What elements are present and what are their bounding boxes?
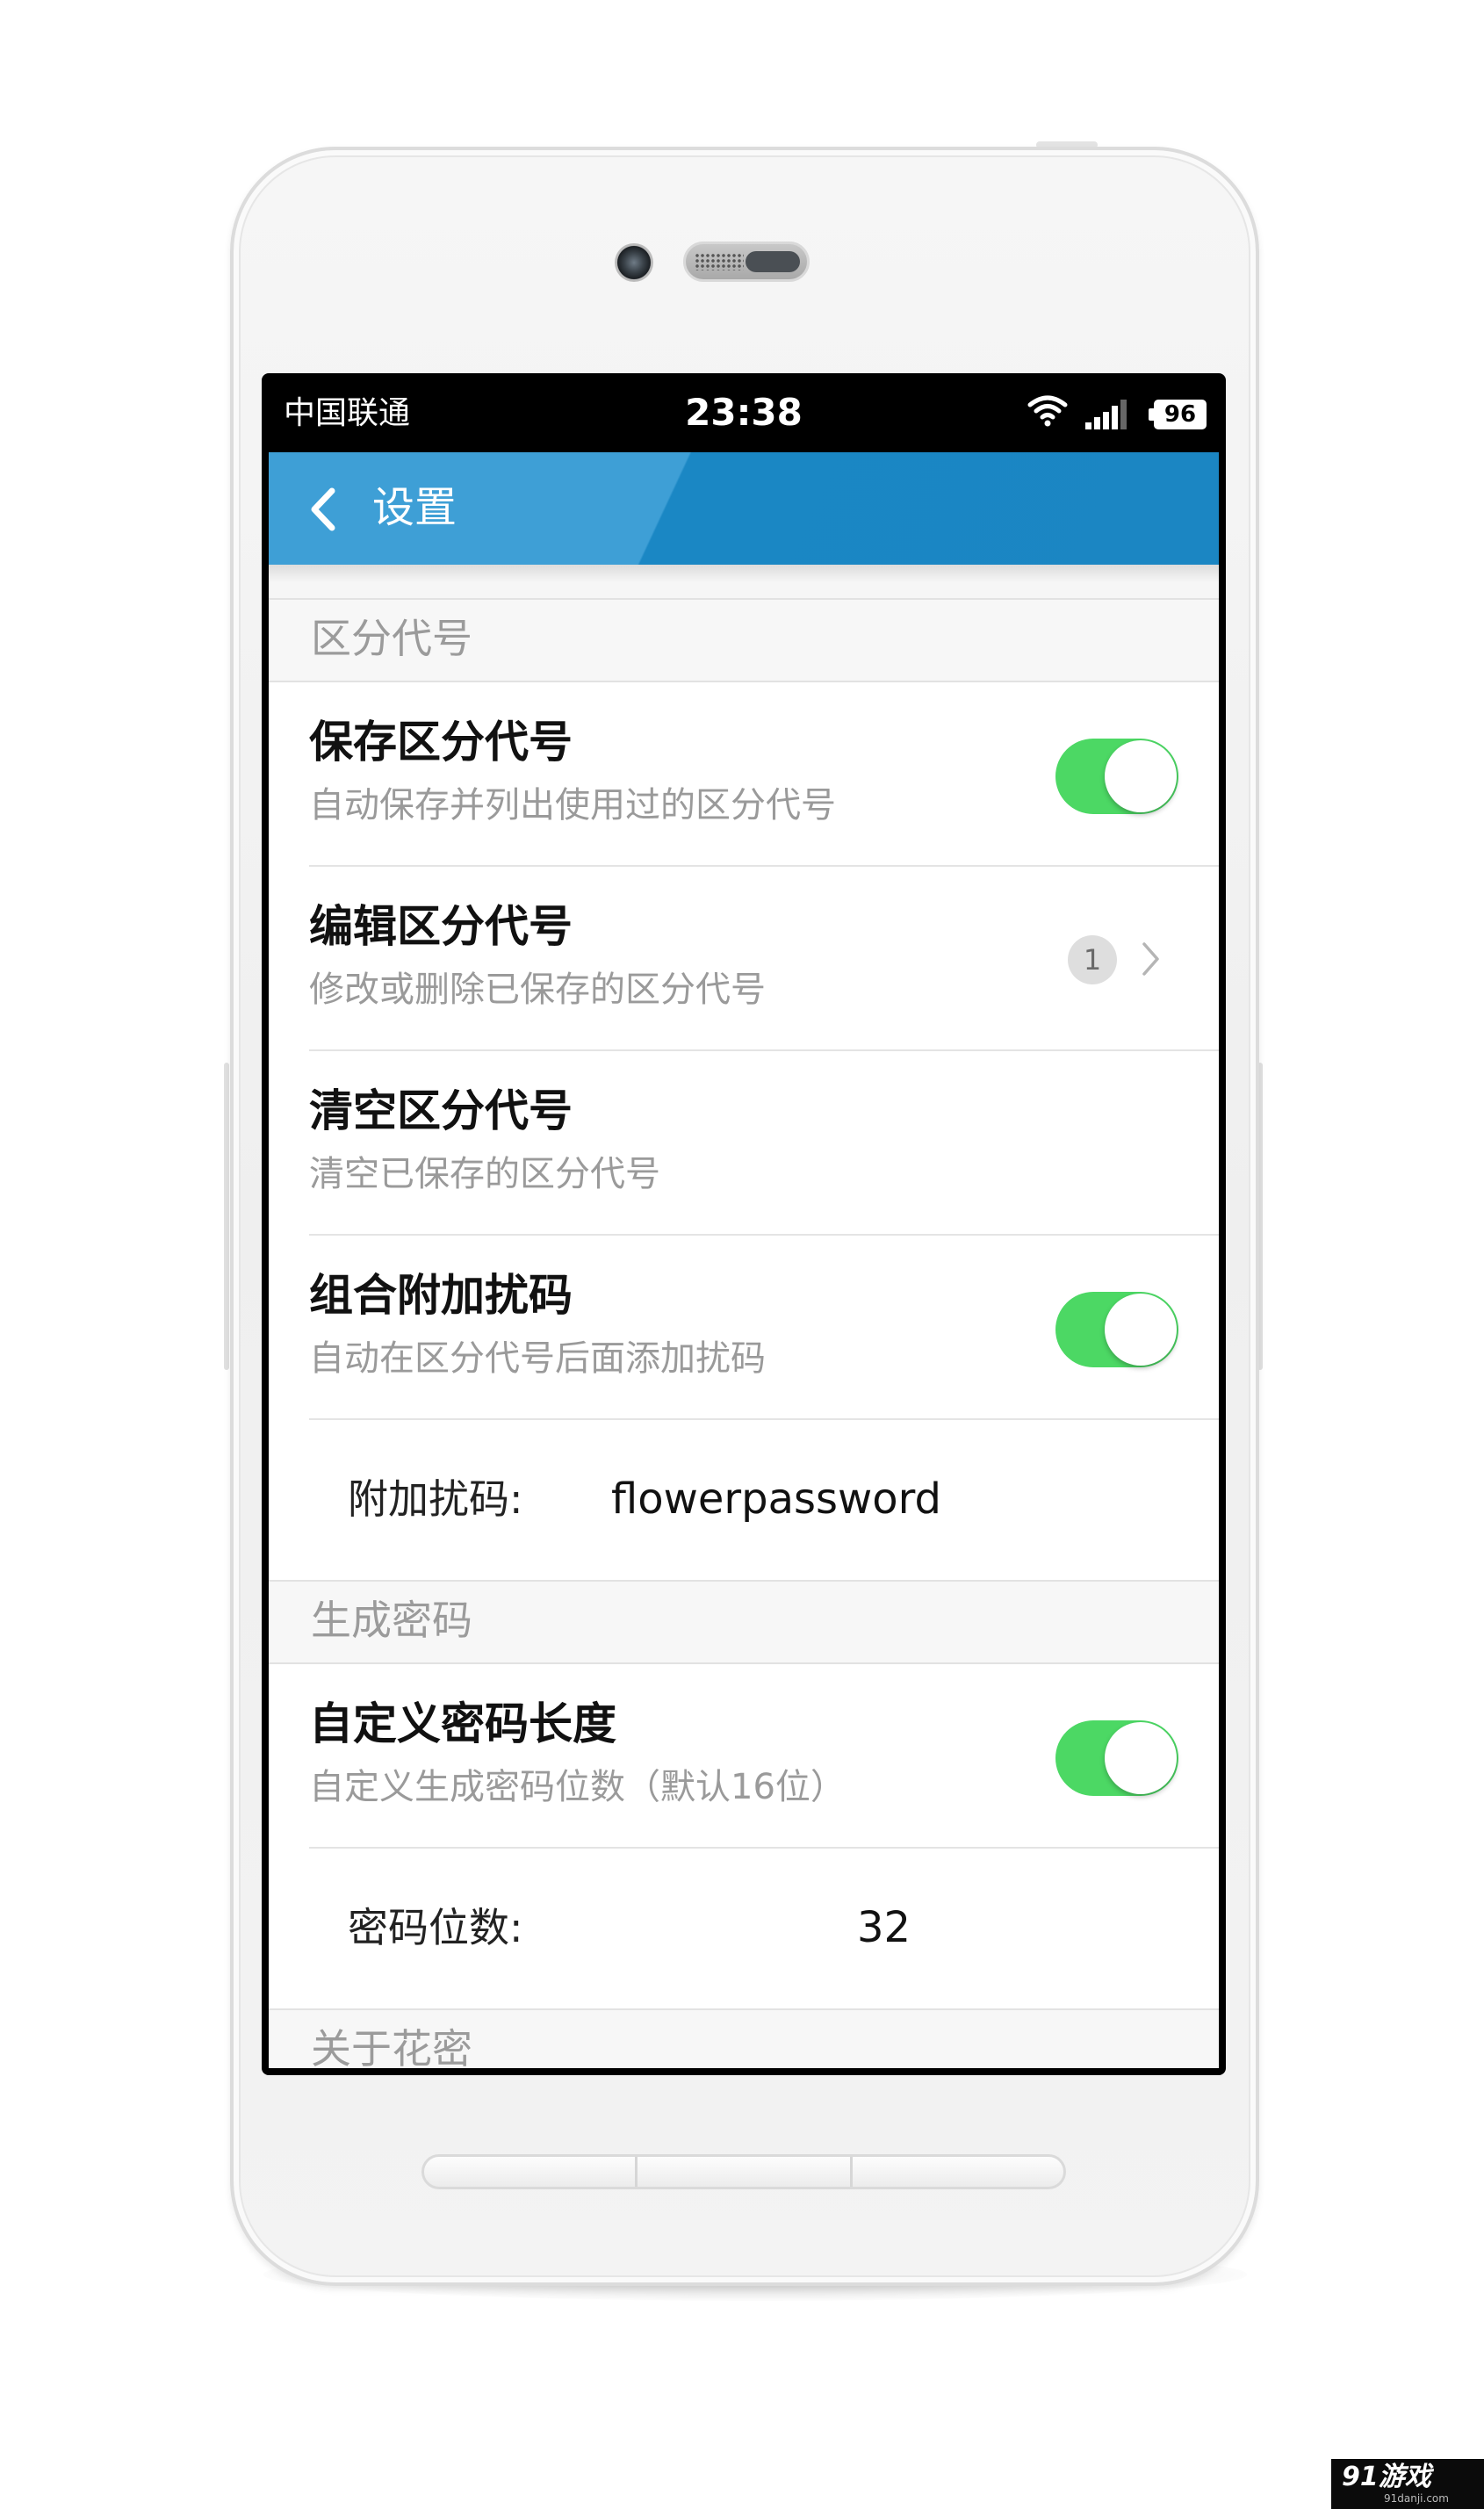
app-bar: 设置 (269, 452, 1219, 565)
toggle-knob (1105, 1722, 1177, 1794)
wifi-icon (1027, 395, 1068, 427)
setting-subtitle: 修改或删除已保存的区分代号 (309, 970, 766, 1010)
phone-screen: 中国联通 23:38 96 设置 区分代号 保存区分代号 自动保存并列出使用过的… (262, 373, 1226, 2075)
watermark-url: 91danji.com (1384, 2492, 1449, 2505)
setting-title: 保存区分代号 (309, 717, 573, 768)
extra-code-label: 附加扰码: (348, 1475, 523, 1523)
watermark: 91游戏 91danji.com (1331, 2459, 1484, 2509)
status-clock: 23:38 (685, 391, 803, 434)
setting-custom-length[interactable]: 自定义密码长度 自定义生成密码位数（默认16位） (269, 1664, 1219, 1849)
setting-title: 自定义密码长度 (309, 1698, 616, 1749)
password-length-label: 密码位数: (348, 1904, 523, 1951)
combine-extra-code-toggle[interactable] (1055, 1292, 1178, 1367)
home-key[interactable] (635, 2157, 853, 2187)
section-header-generate-password: 生成密码 (269, 1580, 1219, 1664)
section-header-distinguish-code: 区分代号 (269, 598, 1219, 682)
section-header-about: 关于花密 (269, 2008, 1219, 2068)
watermark-text: 91游戏 (1342, 2462, 1431, 2492)
menu-key[interactable] (424, 2157, 635, 2187)
toggle-knob (1105, 1294, 1177, 1366)
chevron-left-icon[interactable] (307, 487, 337, 531)
signal-icon (1085, 400, 1127, 429)
setting-subtitle: 自动保存并列出使用过的区分代号 (309, 785, 836, 826)
section-title: 生成密码 (311, 1597, 472, 1644)
extra-code-input[interactable]: flowerpassword (611, 1473, 980, 1525)
setting-title: 编辑区分代号 (309, 901, 573, 952)
toggle-knob (1105, 740, 1177, 812)
app-screen: 中国联通 23:38 96 设置 区分代号 保存区分代号 自动保存并列出使用过的… (269, 373, 1219, 2068)
custom-length-toggle[interactable] (1055, 1720, 1178, 1796)
hardware-nav-keys (421, 2154, 1066, 2189)
setting-combine-extra-code[interactable]: 组合附加扰码 自动在区分代号后面添加扰码 (269, 1236, 1219, 1420)
setting-subtitle: 自动在区分代号后面添加扰码 (309, 1338, 766, 1379)
setting-title: 组合附加扰码 (309, 1270, 573, 1321)
back-key[interactable] (853, 2157, 1063, 2187)
save-code-toggle[interactable] (1055, 739, 1178, 814)
battery-icon: 96 (1149, 400, 1207, 429)
status-bar: 中国联通 23:38 96 (269, 373, 1219, 452)
setting-save-code[interactable]: 保存区分代号 自动保存并列出使用过的区分代号 (269, 682, 1219, 867)
page-title: 设置 (372, 483, 457, 532)
section-title: 区分代号 (311, 615, 472, 662)
setting-title: 清空区分代号 (309, 1085, 573, 1136)
setting-clear-code[interactable]: 清空区分代号 清空已保存的区分代号 (269, 1051, 1219, 1236)
setting-edit-code[interactable]: 编辑区分代号 修改或删除已保存的区分代号 1 (269, 867, 1219, 1051)
password-length-field-row: 密码位数: 32 (269, 1849, 1219, 2008)
password-length-input[interactable]: 32 (857, 1901, 989, 1954)
chevron-right-icon (1142, 942, 1159, 976)
section-title: 关于花密 (311, 2025, 472, 2068)
front-camera (615, 243, 653, 282)
extra-code-field-row: 附加扰码: flowerpassword (269, 1420, 1219, 1580)
count-badge: 1 (1068, 935, 1117, 984)
app-bar-shadow (269, 565, 1219, 582)
volume-button (224, 1063, 229, 1370)
setting-subtitle: 清空已保存的区分代号 (309, 1154, 660, 1194)
earpiece-speaker (683, 242, 810, 282)
setting-subtitle: 自定义生成密码位数（默认16位） (309, 1767, 846, 1807)
